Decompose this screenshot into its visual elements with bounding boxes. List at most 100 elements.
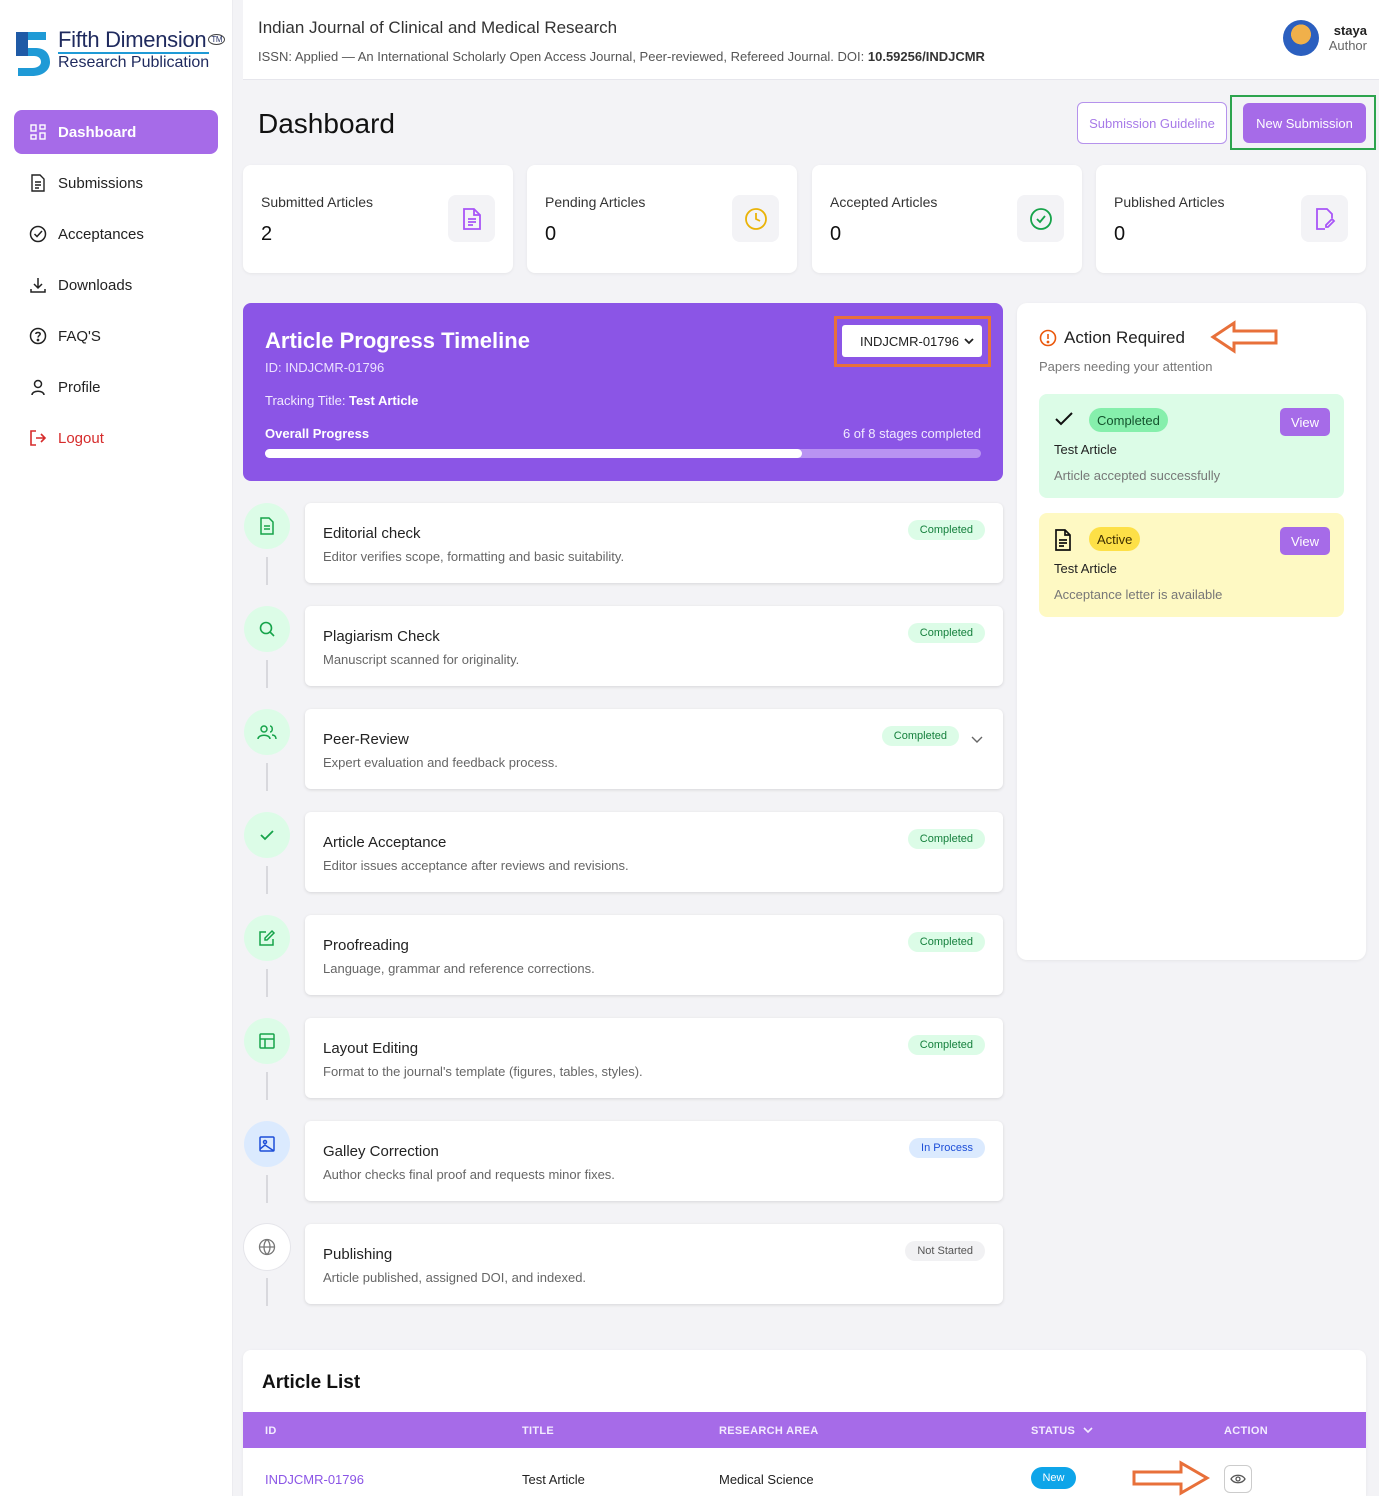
sidebar-item-downloads[interactable]: Downloads <box>14 263 218 307</box>
globe-icon <box>244 1224 290 1270</box>
sidebar-item-label: Submissions <box>58 174 144 192</box>
status-badge: Completed <box>907 932 985 952</box>
timeline-connector <box>266 660 268 688</box>
column-header-id[interactable]: ID <box>265 1425 277 1437</box>
timeline-title: Article Progress Timeline <box>265 328 530 353</box>
check-icon <box>244 812 290 858</box>
user-menu[interactable]: staya Author <box>1282 20 1367 56</box>
stage-description: Expert evaluation and feedback process. <box>323 755 558 770</box>
sidebar-item-label: Profile <box>58 378 101 396</box>
stage-description: Editor issues acceptance after reviews a… <box>323 858 629 873</box>
grid-icon <box>28 122 48 142</box>
stage-description: Manuscript scanned for originality. <box>323 652 520 667</box>
check-icon <box>1054 410 1074 433</box>
journal-doi: 10.59256/INDJCMR <box>867 49 985 64</box>
stage-description: Language, grammar and reference correcti… <box>323 961 595 976</box>
timeline-header: Article Progress Timeline ID: INDJCMR-01… <box>243 303 1003 481</box>
arrow-left-icon <box>1210 320 1280 359</box>
status-badge: Not Started <box>905 1241 985 1261</box>
overall-progress-bar <box>265 449 981 458</box>
sidebar-item-label: Downloads <box>58 276 133 294</box>
action-card-title: Test Article <box>1054 442 1117 457</box>
stage-card-peer-review[interactable]: Peer-Review Expert evaluation and feedba… <box>305 709 1003 789</box>
action-card-completed: Completed Test Article Article accepted … <box>1039 394 1344 498</box>
stage-card-article-acceptance[interactable]: Article Acceptance Editor issues accepta… <box>305 812 1003 892</box>
stage-card-proofreading[interactable]: Proofreading Language, grammar and refer… <box>305 915 1003 995</box>
action-card-description: Article accepted successfully <box>1054 468 1221 483</box>
arrow-right-icon <box>1131 1460 1211 1496</box>
sidebar-item-submissions[interactable]: Submissions <box>14 161 218 205</box>
stage-name: Proofreading <box>323 937 409 954</box>
stage-card-layout-editing[interactable]: Layout Editing Format to the journal's t… <box>305 1018 1003 1098</box>
action-card-description: Acceptance letter is available <box>1054 587 1223 602</box>
sidebar-item-label: Logout <box>58 429 104 447</box>
stage-card-galley-correction[interactable]: Galley Correction Author checks final pr… <box>305 1121 1003 1201</box>
stat-card-submitted: Submitted Articles 2 <box>243 165 513 273</box>
brand-subname: Research Publication <box>58 52 210 71</box>
sidebar-item-profile[interactable]: Profile <box>14 365 218 409</box>
action-card-active: Active Test Article Acceptance letter is… <box>1039 513 1344 617</box>
stage-name: Editorial check <box>323 525 421 542</box>
new-submission-button[interactable]: New Submission <box>1243 103 1366 143</box>
status-badge: Completed <box>1089 408 1168 432</box>
stat-value: 0 <box>545 223 557 245</box>
article-list-header: ID TITLE RESEARCH AREA STATUS ACTION <box>243 1412 1366 1448</box>
stat-value: 0 <box>1114 223 1126 245</box>
article-select[interactable]: INDJCMR-01796 <box>842 325 982 357</box>
overall-progress-label: Overall Progress <box>265 426 370 441</box>
status-badge: In Process <box>909 1138 985 1158</box>
submission-guideline-button[interactable]: Submission Guideline <box>1077 102 1227 144</box>
view-button[interactable]: View <box>1280 408 1330 436</box>
article-list-title: Article List <box>262 1372 361 1393</box>
new-submission-highlight: New Submission <box>1230 95 1376 150</box>
search-icon <box>244 606 290 652</box>
article-id-link[interactable]: INDJCMR-01796 <box>265 1472 364 1487</box>
sidebar-item-acceptances[interactable]: Acceptances <box>14 212 218 256</box>
image-icon <box>244 1121 290 1167</box>
timeline-connector <box>266 1072 268 1100</box>
eye-icon <box>1230 1474 1246 1484</box>
timeline-tracking: Tracking Title: Test Article <box>265 393 418 408</box>
stat-label: Pending Articles <box>545 194 646 210</box>
view-button[interactable]: View <box>1280 527 1330 555</box>
trademark-mark: TM <box>208 34 226 45</box>
column-header-title[interactable]: TITLE <box>522 1425 554 1437</box>
sidebar-item-logout[interactable]: Logout <box>14 416 218 460</box>
brand-logo[interactable]: Fifth Dimension TM Research Publication <box>14 27 226 78</box>
stat-card-published: Published Articles 0 <box>1096 165 1366 273</box>
sidebar-item-dashboard[interactable]: Dashboard <box>14 110 218 154</box>
status-badge: Completed <box>881 726 959 746</box>
edit-icon <box>244 915 290 961</box>
alert-circle-icon <box>1039 329 1057 352</box>
avatar[interactable] <box>1282 20 1319 56</box>
action-required-title: Action Required <box>1064 328 1185 347</box>
timeline-connector <box>266 1175 268 1203</box>
article-select-value: INDJCMR-01796 <box>860 333 959 349</box>
sidebar-item-faqs[interactable]: FAQ'S <box>14 314 218 358</box>
stat-label: Published Articles <box>1114 194 1225 210</box>
brand-name: Fifth Dimension <box>58 27 207 54</box>
timeline-connector <box>266 557 268 585</box>
action-card-title: Test Article <box>1054 561 1117 576</box>
column-header-status[interactable]: STATUS <box>1031 1425 1093 1437</box>
chevron-down-icon[interactable] <box>971 731 983 749</box>
chevron-down-icon <box>1082 1427 1093 1434</box>
status-badge: Completed <box>907 623 985 643</box>
check-circle-icon <box>28 224 48 244</box>
stage-card-plagiarism-check[interactable]: Plagiarism Check Manuscript scanned for … <box>305 606 1003 686</box>
article-area-cell: Medical Science <box>719 1472 814 1487</box>
stage-card-publishing[interactable]: Publishing Article published, assigned D… <box>305 1224 1003 1304</box>
stage-description: Article published, assigned DOI, and ind… <box>323 1270 587 1285</box>
status-badge: New <box>1031 1467 1076 1489</box>
timeline-connector <box>266 763 268 791</box>
sidebar-item-label: Acceptances <box>58 225 144 243</box>
document-icon <box>1054 529 1072 556</box>
action-required-subtitle: Papers needing your attention <box>1039 359 1213 374</box>
stage-card-editorial-check[interactable]: Editorial check Editor verifies scope, f… <box>305 503 1003 583</box>
column-header-status-label: STATUS <box>1031 1425 1076 1437</box>
view-article-button[interactable] <box>1224 1465 1252 1493</box>
clock-icon <box>732 195 779 242</box>
sidebar-item-label: Dashboard <box>58 123 137 141</box>
column-header-research-area[interactable]: RESEARCH AREA <box>719 1425 818 1437</box>
sidebar: Fifth Dimension TM Research Publication D… <box>0 0 233 1496</box>
